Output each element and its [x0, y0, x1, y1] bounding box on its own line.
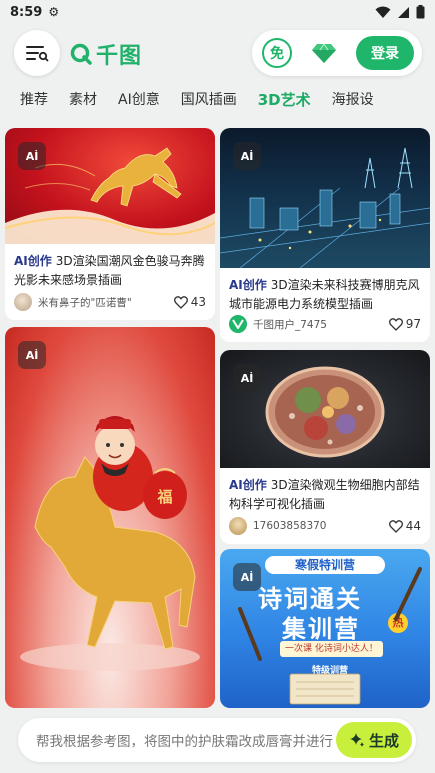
feed-card[interactable]: Aİ AI创作 3D渲染未来科技赛博朋克风城市能源电力系统模型插画 千图用户_74…: [220, 128, 430, 342]
ai-badge-icon: Aİ: [18, 142, 46, 170]
card-image[interactable]: 福 Aİ: [5, 327, 215, 708]
header: 千图 免 登录: [0, 24, 435, 84]
vip-diamond-icon[interactable]: [310, 40, 338, 66]
app-logo: 千图: [70, 38, 142, 70]
logo-text: 千图: [96, 44, 143, 69]
sparkle-icon: [349, 733, 364, 747]
generate-button[interactable]: 生成: [336, 722, 412, 758]
author-name[interactable]: 米有鼻子的"匹诺曹": [38, 295, 174, 310]
feed-card[interactable]: Aİ AI创作 3D渲染微观生物细胞内部结构科学可视化插画 17603858370…: [220, 350, 430, 544]
card-image[interactable]: Aİ: [220, 350, 430, 468]
generate-label: 生成: [368, 731, 399, 750]
header-actions: 免 登录: [252, 30, 422, 76]
like-button[interactable]: 43: [173, 295, 206, 309]
bottom-prompt-bar: 帮我根据参考图，将图中的护肤霜改成唇膏并进行 生成: [0, 708, 435, 773]
card-title: AI创作 3D渲染微观生物细胞内部结构科学可视化插画: [220, 468, 430, 514]
tab-material[interactable]: 素材: [69, 89, 97, 109]
avatar[interactable]: [229, 517, 247, 535]
heart-icon: [388, 519, 403, 533]
author-name[interactable]: 17603858370: [253, 520, 389, 532]
login-button[interactable]: 登录: [356, 36, 414, 70]
tab-3d-art[interactable]: 3D艺术: [258, 89, 311, 110]
ai-badge-icon: Aİ: [233, 364, 261, 392]
prompt-input[interactable]: 帮我根据参考图，将图中的护肤霜改成唇膏并进行: [36, 730, 336, 750]
signal-icon: [398, 6, 409, 18]
feed-card[interactable]: 福 Aİ: [5, 327, 215, 708]
card-image[interactable]: Aİ: [5, 128, 215, 244]
content-feed[interactable]: Aİ AI创作 3D渲染国潮风金色骏马奔腾光影未来感场景插画 米有鼻子的"匹诺曹"…: [0, 124, 435, 708]
menu-search-icon: [26, 46, 49, 62]
category-tabs: 推荐 素材 AI创意 国风插画 3D艺术 海报设: [0, 84, 435, 114]
battery-icon: [416, 5, 425, 19]
settings-gear-icon: ⚙: [48, 5, 60, 19]
avatar[interactable]: [14, 293, 32, 311]
tab-poster[interactable]: 海报设: [332, 89, 374, 109]
free-button[interactable]: 免: [262, 38, 292, 68]
like-button[interactable]: 44: [388, 519, 421, 533]
like-count: 44: [405, 519, 421, 533]
heart-icon: [173, 295, 188, 309]
ai-creation-tag: AI创作: [14, 254, 52, 268]
ai-badge-icon: Aİ: [233, 142, 261, 170]
card-image[interactable]: Aİ: [220, 128, 430, 268]
feed-card[interactable]: 寒假特训营 诗词通关 集训营 热 一次课 化诗词小达人！ 特级训营 Aİ: [220, 549, 430, 708]
ai-badge-icon: Aİ: [18, 341, 46, 369]
prompt-box[interactable]: 帮我根据参考图，将图中的护肤霜改成唇膏并进行 生成: [18, 718, 416, 762]
svg-text:福: 福: [156, 488, 172, 506]
heart-icon: [388, 317, 403, 331]
feed-card[interactable]: Aİ AI创作 3D渲染国潮风金色骏马奔腾光影未来感场景插画 米有鼻子的"匹诺曹"…: [5, 128, 215, 320]
wifi-icon: [375, 6, 391, 18]
card-meta: 米有鼻子的"匹诺曹" 43: [14, 292, 206, 312]
god-of-wealth-image: 福: [20, 416, 200, 671]
like-button[interactable]: 97: [388, 317, 421, 331]
card-meta: 千图用户_7475 97: [229, 314, 421, 334]
status-time: 8:59: [10, 4, 43, 20]
card-title: AI创作 3D渲染国潮风金色骏马奔腾光影未来感场景插画: [5, 244, 215, 290]
tab-guofeng[interactable]: 国风插画: [181, 89, 237, 109]
ai-creation-tag: AI创作: [229, 278, 267, 292]
ai-creation-tag: AI创作: [229, 478, 267, 492]
like-count: 97: [405, 317, 421, 331]
status-bar: 8:59 ⚙: [0, 0, 435, 24]
status-icons: [375, 5, 425, 19]
logo-mark-icon: [70, 43, 92, 65]
card-meta: 17603858370 44: [229, 516, 421, 536]
card-image[interactable]: 寒假特训营 诗词通关 集训营 热 一次课 化诗词小达人！ 特级训营 Aİ: [220, 549, 430, 708]
card-title: AI创作 3D渲染未来科技赛博朋克风城市能源电力系统模型插画: [220, 268, 430, 314]
ai-badge-icon: Aİ: [233, 563, 261, 591]
menu-button[interactable]: [14, 30, 60, 76]
default-avatar-icon: [232, 319, 244, 329]
tab-recommend[interactable]: 推荐: [20, 89, 48, 109]
like-count: 43: [190, 295, 206, 309]
tab-ai-creative[interactable]: AI创意: [118, 89, 160, 109]
avatar[interactable]: [229, 315, 247, 333]
author-name[interactable]: 千图用户_7475: [253, 317, 389, 332]
